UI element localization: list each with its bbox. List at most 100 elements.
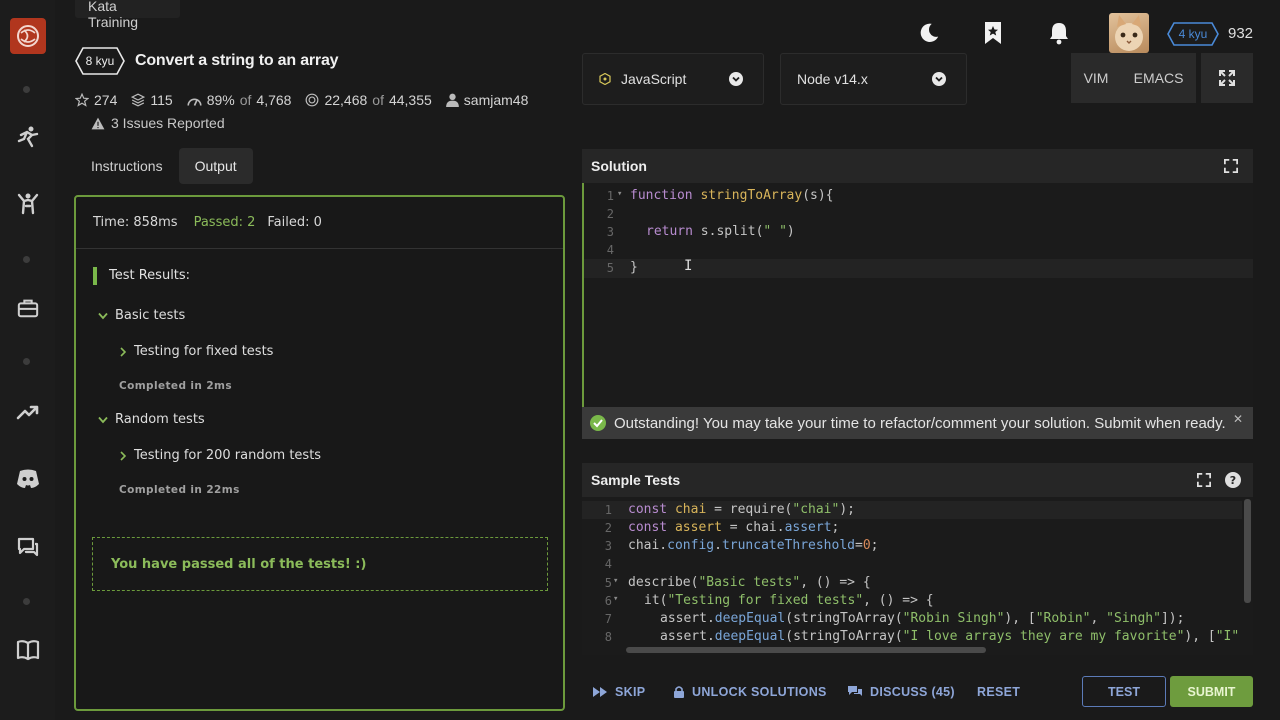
solution-code-editor[interactable]: 1 2 3 4 5 ▾ function stringToArray(s){ r… (582, 183, 1253, 407)
stars-count: 274 (94, 92, 118, 108)
code-line: const chai = require("chai"); (628, 502, 855, 517)
close-icon[interactable]: ✕ (1233, 412, 1243, 426)
test-item-fixed[interactable]: Testing for fixed tests (120, 344, 273, 359)
line-number: 1 (604, 503, 612, 517)
vim-mode-button[interactable]: VIM (1084, 70, 1109, 86)
runtime-select[interactable]: Node v14.x (780, 53, 967, 105)
line-number: 6 (604, 594, 612, 608)
author-name: samjam48 (463, 92, 529, 108)
kyu-label: 8 kyu (85, 54, 115, 68)
test-button[interactable]: TEST (1082, 676, 1166, 707)
chat-icon[interactable] (14, 534, 42, 562)
stars-stat[interactable]: 274 (75, 92, 117, 108)
practice-icon[interactable] (14, 190, 42, 218)
help-icon[interactable]: ? (1225, 472, 1241, 488)
expand-icon[interactable] (1224, 159, 1238, 173)
language-value: JavaScript (621, 71, 687, 87)
fold-arrow-icon[interactable]: ▾ (613, 594, 618, 604)
chevron-down-icon (729, 72, 743, 86)
satisfaction-percent: 89% (206, 92, 235, 108)
code-line: chai.config.truncateThreshold=0; (628, 538, 879, 553)
test-item-label: Testing for 200 random tests (134, 448, 322, 463)
collections-stat[interactable]: 115 (131, 92, 173, 108)
test-group-basic[interactable]: Basic tests (98, 308, 185, 323)
unlock-solutions-button[interactable]: UNLOCK SOLUTIONS (674, 672, 827, 712)
completions-stat: 22,468 of 44,355 (305, 92, 432, 108)
test-completed-time: Completed in 2ms (119, 380, 233, 392)
nav-separator (23, 256, 30, 263)
code-line: assert.deepEqual(stringToArray("I love a… (660, 629, 1240, 644)
star-icon (75, 93, 89, 107)
kata-training-label[interactable]: Kata Training (75, 0, 180, 30)
expand-icon[interactable] (1197, 473, 1211, 487)
bookmark-icon[interactable] (978, 18, 1008, 48)
nav-separator (23, 86, 30, 93)
code-line: it("Testing for fixed tests", () => { (644, 593, 934, 608)
discuss-button[interactable]: DISCUSS (45) (848, 672, 955, 712)
tab-output[interactable]: Output (178, 148, 253, 184)
kata-title: Convert a string to an array (135, 52, 339, 69)
line-number: 5 (606, 261, 614, 275)
emacs-mode-button[interactable]: EMACS (1134, 70, 1184, 86)
satisfaction-of: of (239, 92, 252, 108)
all-passed-message: You have passed all of the tests! :) (92, 537, 548, 591)
sample-tests-header: Sample Tests ? (582, 463, 1253, 497)
code-line: return s.split(" ") (646, 224, 795, 239)
action-bar: SKIP UNLOCK SOLUTIONS DISCUSS (45) RESET… (582, 672, 1253, 712)
author-stat[interactable]: samjam48 (445, 92, 529, 108)
expand-icon (1219, 70, 1235, 86)
completed-count: 22,468 (324, 92, 368, 108)
output-failed: Failed: 0 (267, 215, 322, 230)
test-item-random[interactable]: Testing for 200 random tests (120, 448, 321, 463)
briefcase-icon[interactable] (14, 294, 42, 322)
fold-arrow-icon[interactable]: ▾ (617, 189, 622, 199)
svg-text:?: ? (1230, 474, 1236, 487)
tab-instructions[interactable]: Instructions (75, 148, 179, 184)
discord-icon[interactable] (14, 465, 42, 493)
kata-stats: 274 115 89% of 4,768 22,468 of 44,355 samjam… (75, 92, 528, 108)
moon-icon[interactable] (914, 18, 944, 48)
user-icon (445, 93, 459, 107)
sample-tests-code-editor[interactable]: 1 2 3 4 5 6 7 8 ▾ ▾ const chai = require… (582, 497, 1253, 655)
training-icon[interactable] (14, 123, 42, 151)
issues-reported-link[interactable]: 3 Issues Reported (91, 115, 225, 131)
solution-title: Solution (591, 158, 647, 174)
output-summary: Time: 858ms Passed: 2 Failed: 0 (76, 197, 563, 249)
submit-button[interactable]: SUBMIT (1170, 676, 1253, 707)
discuss-label: DISCUSS (45) (870, 685, 955, 699)
check-circle-icon (590, 415, 606, 431)
avatar[interactable] (1109, 13, 1149, 53)
vertical-scrollbar[interactable] (1244, 499, 1251, 603)
line-number: 3 (604, 539, 612, 553)
line-number: 5 (604, 576, 612, 590)
line-number: 7 (604, 612, 612, 626)
success-message: Outstanding! You may take your time to r… (614, 414, 1226, 432)
horizontal-scrollbar[interactable] (626, 647, 986, 653)
fold-arrow-icon[interactable]: ▾ (613, 576, 618, 586)
skip-button[interactable]: SKIP (593, 672, 645, 712)
rank-badge[interactable]: 4 kyu (1167, 22, 1219, 46)
leaderboard-trend-icon[interactable] (14, 398, 42, 426)
test-results-title: Test Results: (93, 267, 553, 285)
chevron-right-icon (120, 450, 126, 461)
line-number: 8 (604, 630, 612, 644)
satisfaction-votes: 4,768 (256, 92, 292, 108)
satisfaction-stat: 89% of 4,768 (187, 92, 292, 108)
line-number: 1 (606, 189, 614, 203)
output-time: Time: 858ms (93, 215, 178, 230)
output-panel: Time: 858ms Passed: 2 Failed: 0 Test Res… (74, 195, 565, 711)
rank-label: 4 kyu (1178, 27, 1208, 41)
nav-separator (23, 358, 30, 365)
bell-icon[interactable] (1044, 18, 1074, 48)
sample-tests-title: Sample Tests (591, 472, 681, 488)
reset-button[interactable]: RESET (977, 672, 1020, 712)
issues-label: 3 Issues Reported (111, 115, 225, 131)
codewars-logo-icon[interactable] (10, 18, 46, 54)
docs-book-icon[interactable] (14, 636, 42, 664)
language-select[interactable]: JavaScript (582, 53, 764, 105)
test-group-random[interactable]: Random tests (98, 412, 205, 427)
test-item-label: Testing for fixed tests (134, 344, 274, 359)
target-icon (306, 93, 319, 107)
fullscreen-button[interactable] (1201, 53, 1253, 103)
sidebar (0, 0, 55, 720)
